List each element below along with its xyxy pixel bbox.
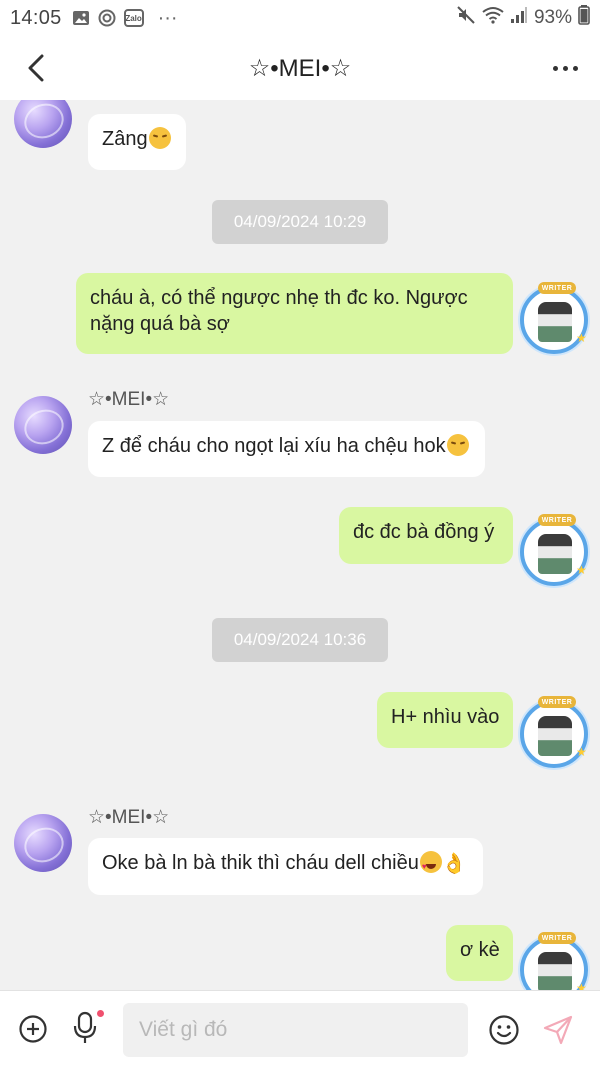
avatar-figure bbox=[538, 302, 572, 342]
send-button[interactable] bbox=[542, 1014, 574, 1046]
smiley-icon bbox=[489, 1015, 519, 1045]
microphone-icon bbox=[73, 1011, 97, 1043]
writer-badge: WRITER bbox=[538, 932, 576, 944]
avatar-figure bbox=[538, 534, 572, 574]
user-avatar[interactable]: WRITER ★ bbox=[520, 696, 588, 768]
star-icon: ★ bbox=[576, 331, 587, 345]
messenger-icon bbox=[98, 9, 116, 27]
chevron-left-icon bbox=[28, 54, 44, 82]
message-bubble-outgoing[interactable]: ơ kè bbox=[446, 925, 513, 981]
signal-icon bbox=[510, 6, 528, 30]
message-bubble-incoming[interactable]: Oke bà ln bà thik thì cháu dell chiều 👌 bbox=[88, 838, 483, 895]
message-text: Zâng bbox=[102, 128, 148, 150]
status-bar: 14:05 Zalo ··· 93% bbox=[0, 0, 600, 36]
message-text-line: cháu à, có thể ngược nhẹ th đc ko. Ngược bbox=[90, 287, 468, 309]
more-dot-icon bbox=[573, 65, 578, 71]
pensive-face-icon bbox=[148, 127, 171, 149]
back-button[interactable] bbox=[18, 50, 54, 86]
writer-badge: WRITER bbox=[538, 514, 576, 526]
message-composer bbox=[0, 990, 600, 1067]
status-more-icon: ··· bbox=[157, 6, 178, 29]
message-text: Z để cháu cho ngọt lại xíu ha chệu hok bbox=[102, 435, 446, 457]
message-input[interactable] bbox=[123, 1003, 468, 1057]
pensive-face-icon bbox=[446, 434, 469, 456]
message-bubble-outgoing[interactable]: H+ nhìu vào bbox=[377, 692, 513, 748]
star-icon: ★ bbox=[576, 745, 587, 759]
status-time: 14:05 bbox=[10, 6, 62, 29]
zalo-icon: Zalo bbox=[123, 9, 144, 27]
gallery-icon bbox=[72, 9, 90, 27]
add-attachment-button[interactable] bbox=[18, 1014, 48, 1044]
message-text: đc đc bà đồng ý bbox=[353, 521, 495, 543]
message-text: H+ nhìu vào bbox=[391, 706, 500, 728]
more-options-button[interactable] bbox=[553, 50, 578, 86]
star-icon: ★ bbox=[576, 981, 587, 990]
chat-header: ☆•MEI•☆ bbox=[0, 36, 600, 100]
contact-avatar[interactable] bbox=[14, 396, 72, 454]
avatar-figure bbox=[538, 952, 572, 990]
ok-hand-icon: 👌 bbox=[441, 853, 467, 875]
message-bubble-incoming[interactable]: Z để cháu cho ngọt lại xíu ha chệu hok bbox=[88, 421, 485, 477]
voice-message-button[interactable] bbox=[70, 1010, 104, 1045]
user-avatar[interactable]: WRITER ★ bbox=[520, 932, 588, 990]
battery-level: 93% bbox=[533, 7, 572, 28]
message-text: ơ kè bbox=[460, 939, 500, 961]
sender-name: ☆•MEI•☆ bbox=[88, 389, 170, 410]
chat-title[interactable]: ☆•MEI•☆ bbox=[249, 54, 352, 83]
notification-dot bbox=[97, 1010, 104, 1017]
message-bubble-outgoing[interactable]: cháu à, có thể ngược nhẹ th đc ko. Ngược… bbox=[76, 273, 513, 354]
status-app-icons: Zalo ··· bbox=[72, 7, 178, 30]
message-bubble-incoming[interactable]: Zâng bbox=[88, 114, 186, 170]
send-icon bbox=[543, 1015, 573, 1045]
battery-icon bbox=[578, 5, 590, 31]
user-avatar[interactable]: WRITER ★ bbox=[520, 514, 588, 586]
message-text: Oke bà ln bà thik thì cháu dell chiều bbox=[102, 852, 419, 874]
message-text-line: nặng quá bà sợ bbox=[90, 313, 230, 335]
contact-avatar[interactable] bbox=[14, 814, 72, 872]
wifi-icon bbox=[482, 5, 504, 31]
mute-icon bbox=[456, 5, 476, 31]
timestamp-divider: 04/09/2024 10:36 bbox=[212, 618, 388, 662]
star-icon: ★ bbox=[576, 563, 587, 577]
writer-badge: WRITER bbox=[538, 696, 576, 708]
contact-avatar[interactable] bbox=[14, 100, 72, 148]
writer-badge: WRITER bbox=[538, 282, 576, 294]
heart-eyes-face-icon bbox=[419, 851, 442, 880]
timestamp-divider: 04/09/2024 10:29 bbox=[212, 200, 388, 244]
avatar-figure bbox=[538, 716, 572, 756]
more-dot-icon bbox=[563, 65, 568, 71]
more-dot-icon bbox=[553, 65, 558, 71]
emoji-button[interactable] bbox=[488, 1014, 520, 1046]
sender-name: ☆•MEI•☆ bbox=[88, 807, 170, 828]
message-list[interactable]: Zâng 04/09/2024 10:29 cháu à, có thể ngư… bbox=[0, 100, 600, 990]
message-bubble-outgoing[interactable]: đc đc bà đồng ý bbox=[339, 507, 513, 564]
user-avatar[interactable]: WRITER ★ bbox=[520, 282, 588, 354]
status-right: 93% bbox=[456, 0, 590, 36]
plus-circle-icon bbox=[19, 1015, 47, 1043]
